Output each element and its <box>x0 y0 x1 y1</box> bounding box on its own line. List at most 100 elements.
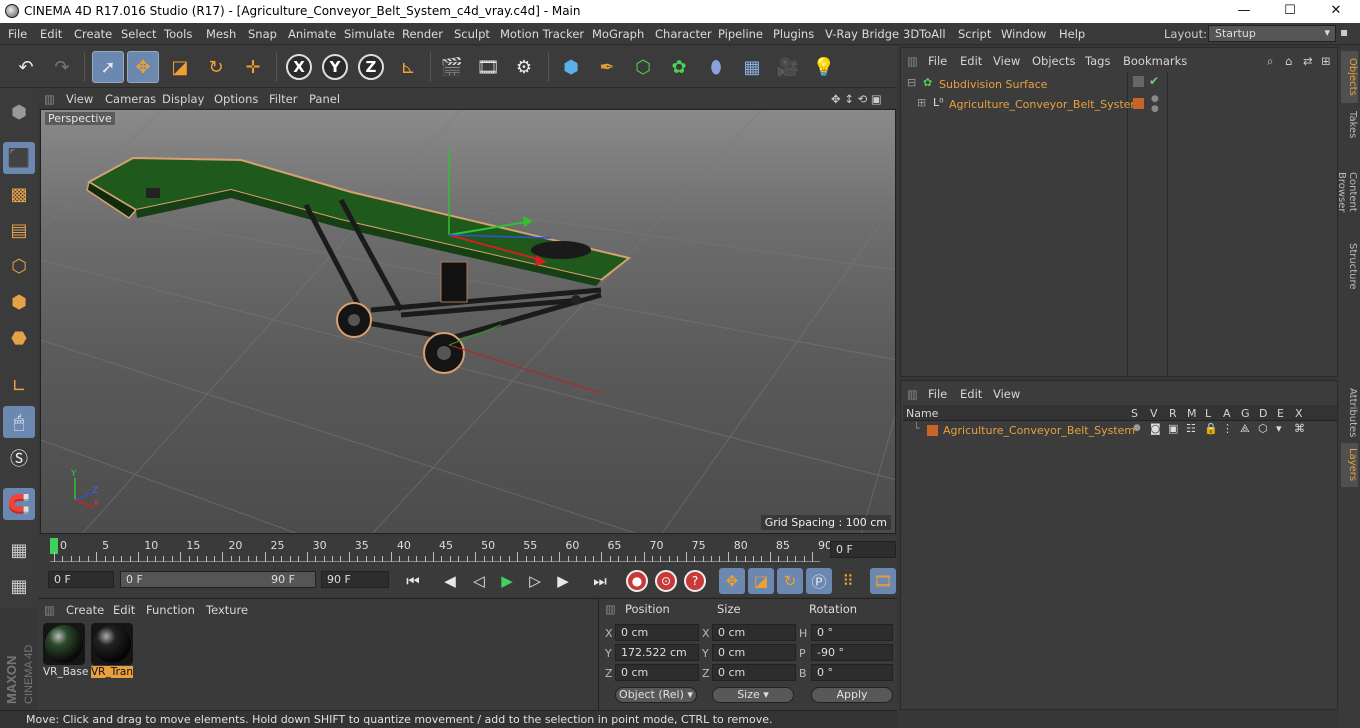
undo-icon[interactable]: ↶ <box>10 51 42 83</box>
pen-spline-icon[interactable]: ✒ <box>591 51 623 83</box>
new-panel-icon[interactable]: ⊞ <box>1321 54 1331 68</box>
layer-color-swatch[interactable] <box>927 425 938 436</box>
menu-vray-bridge[interactable]: V-Ray Bridge <box>825 27 899 41</box>
menu-edit[interactable]: Edit <box>40 27 62 41</box>
scale-icon[interactable]: ◪ <box>164 51 196 83</box>
home-icon[interactable]: ⌂ <box>1285 54 1292 68</box>
viewport-perspective[interactable]: Y X Z Perspective Grid Spacing : 100 cm <box>40 109 896 534</box>
layer-expressions-icon[interactable]: ▾ <box>1276 422 1282 435</box>
apply-button[interactable]: Apply <box>811 687 893 703</box>
edges-mode-icon[interactable]: ⬢ <box>3 286 35 318</box>
live-selection-icon[interactable]: ➚ <box>92 51 124 83</box>
layer-col-v[interactable]: V <box>1150 407 1158 420</box>
tab-structure[interactable]: Structure <box>1341 239 1358 293</box>
objects-menu-bookmarks[interactable]: Bookmarks <box>1123 54 1187 68</box>
menu-pipeline[interactable]: Pipeline <box>718 27 763 41</box>
material-swatch[interactable]: VR_Base <box>43 623 88 678</box>
layer-col-e[interactable]: E <box>1277 407 1284 420</box>
layer-col-a[interactable]: A <box>1223 407 1231 420</box>
position-y-field[interactable]: 172.522 cm <box>615 644 699 661</box>
layer-col-r[interactable]: R <box>1169 407 1177 420</box>
menu-character[interactable]: Character <box>655 27 712 41</box>
size-x-field[interactable]: 0 cm <box>712 624 796 641</box>
previous-frame-icon[interactable]: ◁ <box>466 568 492 594</box>
layout-more-icon[interactable]: ▪ <box>1340 25 1348 39</box>
go-to-start-icon[interactable]: ⏮ <box>400 568 426 594</box>
next-frame-icon[interactable]: ▷ <box>522 568 548 594</box>
tab-takes[interactable]: Takes <box>1341 105 1358 145</box>
menu-window[interactable]: Window <box>1001 27 1046 41</box>
layer-col-d[interactable]: D <box>1259 407 1267 420</box>
objects-menu-edit[interactable]: Edit <box>960 54 982 68</box>
menu-select[interactable]: Select <box>121 27 156 41</box>
render-picture-viewer-icon[interactable]: 🎞 <box>472 51 504 83</box>
menu-render[interactable]: Render <box>402 27 443 41</box>
tab-layers[interactable]: Layers <box>1341 443 1358 487</box>
menu-help[interactable]: Help <box>1059 27 1085 41</box>
texture-mode-icon[interactable]: ▩ <box>3 178 35 210</box>
viewport-menu-view[interactable]: View <box>66 92 93 106</box>
deformer-icon[interactable]: ⬮ <box>700 51 732 83</box>
rotation-b-field[interactable]: 0 ° <box>811 664 893 681</box>
objects-menu-file[interactable]: File <box>928 54 947 68</box>
layer-color-tag[interactable] <box>1133 98 1144 109</box>
layer-animation-icon[interactable]: ⋮ <box>1222 422 1233 435</box>
expand-icon[interactable]: ⊞ <box>917 96 926 109</box>
enabled-check-icon[interactable]: ✔ <box>1149 74 1159 88</box>
rotation-p-field[interactable]: -90 ° <box>811 644 893 661</box>
layer-col-x[interactable]: X <box>1295 407 1303 420</box>
rotate-icon[interactable]: ↻ <box>200 51 232 83</box>
make-editable-icon[interactable]: ⬢ <box>3 96 35 128</box>
layer-generators-icon[interactable]: ⟁ <box>1240 422 1250 436</box>
previous-key-icon[interactable]: ◀ <box>437 568 463 594</box>
layer-deformers-icon[interactable]: ⬡ <box>1258 422 1268 435</box>
record-keys-icon[interactable]: ● <box>624 568 650 594</box>
object-row-subdivision[interactable]: ⊟ ✿ Subdivision Surface ✔ <box>903 74 1337 93</box>
cube-primitive-icon[interactable]: ⬢ <box>555 51 587 83</box>
start-frame-field[interactable]: 0 F <box>48 571 114 588</box>
camera-icon[interactable]: 🎥 <box>772 51 804 83</box>
layers-menu-edit[interactable]: Edit <box>960 387 982 401</box>
layer-col-s[interactable]: S <box>1131 407 1138 420</box>
position-key-icon[interactable]: ✥ <box>719 568 745 594</box>
viewport-menu-filter[interactable]: Filter <box>269 92 297 106</box>
layer-col-m[interactable]: M <box>1187 407 1197 420</box>
render-view-icon[interactable]: 🎬 <box>436 51 468 83</box>
layer-manager-icon[interactable]: ☷ <box>1186 422 1196 435</box>
menu-create[interactable]: Create <box>74 27 112 41</box>
position-z-field[interactable]: 0 cm <box>615 664 699 681</box>
layer-view-icon[interactable]: ◙ <box>1150 422 1161 435</box>
layer-solo-icon[interactable]: ● <box>1133 423 1141 433</box>
menu-motion-tracker[interactable]: Motion Tracker <box>500 27 584 41</box>
end-frame-field[interactable]: 90 F <box>321 571 389 588</box>
polygons-mode-icon[interactable]: ⬣ <box>3 322 35 354</box>
timeline-window-icon[interactable]: 🎞 <box>870 568 896 594</box>
material-menu-function[interactable]: Function <box>146 603 195 617</box>
layer-render-icon[interactable]: ▣ <box>1168 422 1178 435</box>
viewport-menu-cameras[interactable]: Cameras <box>105 92 156 106</box>
rotation-h-field[interactable]: 0 ° <box>811 624 893 641</box>
tab-objects[interactable]: Objects <box>1341 51 1358 103</box>
menu-sculpt[interactable]: Sculpt <box>454 27 490 41</box>
position-x-field[interactable]: 0 cm <box>615 624 699 641</box>
menu-tools[interactable]: Tools <box>164 27 192 41</box>
layer-lock-icon[interactable]: 🔒 <box>1204 422 1218 435</box>
workplane-lock-icon[interactable]: ▦ <box>3 534 35 566</box>
axis-mode-icon[interactable]: ∟ <box>3 370 35 402</box>
menu-mograph[interactable]: MoGraph <box>592 27 644 41</box>
viewport-menu-panel[interactable]: Panel <box>309 92 340 106</box>
go-to-end-icon[interactable]: ⏭ <box>587 568 613 594</box>
layer-xrefs-icon[interactable]: ⌘ <box>1294 422 1305 435</box>
viewport-navigation-icon[interactable]: ✥ ↕ ⟲ ▣ <box>831 92 882 106</box>
minimize-button[interactable]: — <box>1221 0 1267 23</box>
layer-row[interactable]: └ Agriculture_Conveyor_Belt_System ● ◙ ▣… <box>903 422 1337 441</box>
material-menu-create[interactable]: Create <box>66 603 104 617</box>
floor-icon[interactable]: ▦ <box>736 51 768 83</box>
solo-icon[interactable]: Ⓢ <box>3 442 35 474</box>
next-key-icon[interactable]: ▶ <box>550 568 576 594</box>
snap-icon[interactable]: 🧲 <box>3 488 35 520</box>
play-icon[interactable]: ▶ <box>494 568 520 594</box>
layer-col-g[interactable]: G <box>1241 407 1250 420</box>
menu-simulate[interactable]: Simulate <box>344 27 395 41</box>
viewport-menu-options[interactable]: Options <box>214 92 258 106</box>
